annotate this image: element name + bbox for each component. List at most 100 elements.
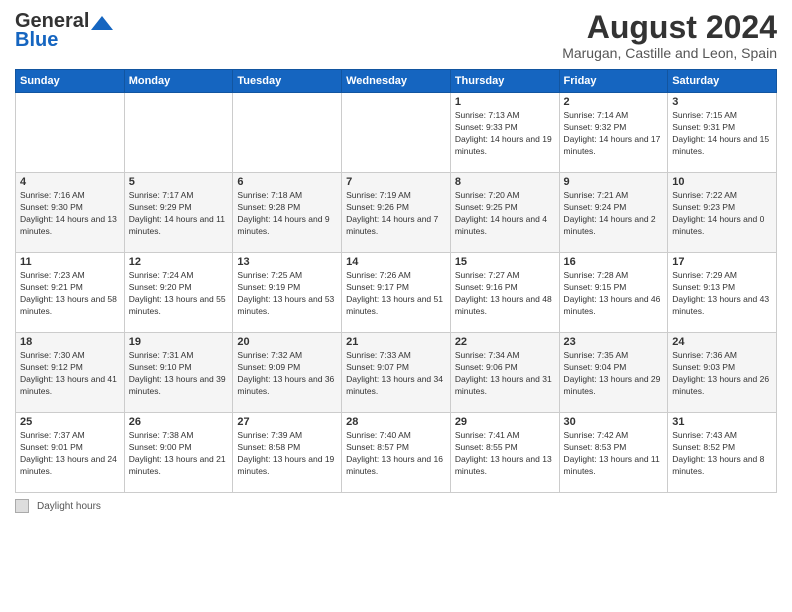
cell-date: 27	[237, 416, 337, 428]
logo-icon	[91, 16, 113, 30]
calendar-cell: 6 Sunrise: 7:18 AM Sunset: 9:28 PM Daylig…	[233, 173, 342, 253]
header-friday: Friday	[559, 70, 668, 93]
cell-info: Sunrise: 7:43 AM Sunset: 8:52 PM Dayligh…	[672, 430, 772, 478]
cell-date: 31	[672, 416, 772, 428]
calendar-cell: 1Sunrise: 7:13 AM Sunset: 9:33 PM Daylig…	[450, 93, 559, 173]
cell-info: Sunrise: 7:31 AM Sunset: 9:10 PM Dayligh…	[129, 350, 229, 398]
calendar-cell: 27 Sunrise: 7:39 AM Sunset: 8:58 PM Dayli…	[233, 413, 342, 493]
calendar-cell: 14 Sunrise: 7:26 AM Sunset: 9:17 PM Dayli…	[342, 253, 451, 333]
header-monday: Monday	[124, 70, 233, 93]
cell-info: Sunrise: 7:29 AM Sunset: 9:13 PM Dayligh…	[672, 270, 772, 318]
cell-date: 14	[346, 256, 446, 268]
cell-info: Sunrise: 7:18 AM Sunset: 9:28 PM Dayligh…	[237, 190, 337, 238]
calendar-cell: 10Sunrise: 7:22 AM Sunset: 9:23 PM Dayli…	[668, 173, 777, 253]
calendar-week-3: 11Sunrise: 7:23 AM Sunset: 9:21 PM Dayli…	[16, 253, 777, 333]
cell-date: 13	[237, 256, 337, 268]
calendar-week-1: 1Sunrise: 7:13 AM Sunset: 9:33 PM Daylig…	[16, 93, 777, 173]
cell-date: 17	[672, 256, 772, 268]
cell-date: 12	[129, 256, 229, 268]
cell-date: 16	[564, 256, 664, 268]
calendar-cell: 31 Sunrise: 7:43 AM Sunset: 8:52 PM Dayli…	[668, 413, 777, 493]
cell-date: 3	[672, 96, 772, 108]
cell-date: 28	[346, 416, 446, 428]
calendar-cell: 19 Sunrise: 7:31 AM Sunset: 9:10 PM Dayli…	[124, 333, 233, 413]
calendar-cell: 24 Sunrise: 7:36 AM Sunset: 9:03 PM Dayli…	[668, 333, 777, 413]
header-thursday: Thursday	[450, 70, 559, 93]
cell-date: 2	[564, 96, 664, 108]
cell-info: Sunrise: 7:42 AM Sunset: 8:53 PM Dayligh…	[564, 430, 664, 478]
calendar-week-2: 4 Sunrise: 7:16 AM Sunset: 9:30 PM Daylig…	[16, 173, 777, 253]
calendar-cell: 17 Sunrise: 7:29 AM Sunset: 9:13 PM Dayli…	[668, 253, 777, 333]
cell-date: 23	[564, 336, 664, 348]
calendar-cell: 8 Sunrise: 7:20 AM Sunset: 9:25 PM Daylig…	[450, 173, 559, 253]
cell-date: 20	[237, 336, 337, 348]
cell-info: Sunrise: 7:32 AM Sunset: 9:09 PM Dayligh…	[237, 350, 337, 398]
cell-info: Sunrise: 7:16 AM Sunset: 9:30 PM Dayligh…	[20, 190, 120, 238]
cell-date: 9	[564, 176, 664, 188]
cell-info: Sunrise: 7:40 AM Sunset: 8:57 PM Dayligh…	[346, 430, 446, 478]
cell-date: 19	[129, 336, 229, 348]
cell-date: 18	[20, 336, 120, 348]
cell-date: 30	[564, 416, 664, 428]
calendar-cell: 23 Sunrise: 7:35 AM Sunset: 9:04 PM Dayli…	[559, 333, 668, 413]
calendar-cell: 9 Sunrise: 7:21 AM Sunset: 9:24 PM Daylig…	[559, 173, 668, 253]
calendar-cell: 30 Sunrise: 7:42 AM Sunset: 8:53 PM Dayli…	[559, 413, 668, 493]
calendar-cell: 20 Sunrise: 7:32 AM Sunset: 9:09 PM Dayli…	[233, 333, 342, 413]
calendar-cell: 11Sunrise: 7:23 AM Sunset: 9:21 PM Dayli…	[16, 253, 125, 333]
calendar-table: Sunday Monday Tuesday Wednesday Thursday…	[15, 69, 777, 493]
cell-date: 11	[20, 256, 120, 268]
header-wednesday: Wednesday	[342, 70, 451, 93]
cell-info: Sunrise: 7:38 AM Sunset: 9:00 PM Dayligh…	[129, 430, 229, 478]
calendar-week-5: 25Sunrise: 7:37 AM Sunset: 9:01 PM Dayli…	[16, 413, 777, 493]
cell-date: 24	[672, 336, 772, 348]
subtitle: Marugan, Castille and Leon, Spain	[562, 45, 777, 61]
cell-info: Sunrise: 7:21 AM Sunset: 9:24 PM Dayligh…	[564, 190, 664, 238]
cell-info: Sunrise: 7:28 AM Sunset: 9:15 PM Dayligh…	[564, 270, 664, 318]
header-tuesday: Tuesday	[233, 70, 342, 93]
cell-info: Sunrise: 7:15 AM Sunset: 9:31 PM Dayligh…	[672, 110, 772, 158]
cell-info: Sunrise: 7:33 AM Sunset: 9:07 PM Dayligh…	[346, 350, 446, 398]
cell-info: Sunrise: 7:25 AM Sunset: 9:19 PM Dayligh…	[237, 270, 337, 318]
calendar-cell: 15Sunrise: 7:27 AM Sunset: 9:16 PM Dayli…	[450, 253, 559, 333]
cell-date: 6	[237, 176, 337, 188]
calendar-cell: 3 Sunrise: 7:15 AM Sunset: 9:31 PM Daylig…	[668, 93, 777, 173]
cell-info: Sunrise: 7:26 AM Sunset: 9:17 PM Dayligh…	[346, 270, 446, 318]
header-saturday: Saturday	[668, 70, 777, 93]
cell-date: 15	[455, 256, 555, 268]
cell-info: Sunrise: 7:34 AM Sunset: 9:06 PM Dayligh…	[455, 350, 555, 398]
calendar-cell: 7Sunrise: 7:19 AM Sunset: 9:26 PM Daylig…	[342, 173, 451, 253]
cell-info: Sunrise: 7:36 AM Sunset: 9:03 PM Dayligh…	[672, 350, 772, 398]
header-sunday: Sunday	[16, 70, 125, 93]
cell-date: 25	[20, 416, 120, 428]
cell-info: Sunrise: 7:41 AM Sunset: 8:55 PM Dayligh…	[455, 430, 555, 478]
cell-date: 4	[20, 176, 120, 188]
calendar-cell: 29Sunrise: 7:41 AM Sunset: 8:55 PM Dayli…	[450, 413, 559, 493]
cell-date: 7	[346, 176, 446, 188]
logo: General Blue	[15, 10, 113, 52]
cell-info: Sunrise: 7:35 AM Sunset: 9:04 PM Dayligh…	[564, 350, 664, 398]
calendar-cell: 21 Sunrise: 7:33 AM Sunset: 9:07 PM Dayli…	[342, 333, 451, 413]
cell-date: 8	[455, 176, 555, 188]
calendar-cell	[342, 93, 451, 173]
cell-info: Sunrise: 7:24 AM Sunset: 9:20 PM Dayligh…	[129, 270, 229, 318]
cell-date: 1	[455, 96, 555, 108]
calendar-cell: 26 Sunrise: 7:38 AM Sunset: 9:00 PM Dayli…	[124, 413, 233, 493]
calendar-header-row: Sunday Monday Tuesday Wednesday Thursday…	[16, 70, 777, 93]
header: General Blue August 2024 Marugan, Castil…	[15, 10, 777, 61]
calendar-week-4: 18 Sunrise: 7:30 AM Sunset: 9:12 PM Dayli…	[16, 333, 777, 413]
calendar-cell	[124, 93, 233, 173]
cell-info: Sunrise: 7:39 AM Sunset: 8:58 PM Dayligh…	[237, 430, 337, 478]
cell-info: Sunrise: 7:30 AM Sunset: 9:12 PM Dayligh…	[20, 350, 120, 398]
logo-blue-text: Blue	[15, 29, 58, 52]
calendar-cell	[16, 93, 125, 173]
main-title: August 2024	[562, 10, 777, 45]
cell-info: Sunrise: 7:14 AM Sunset: 9:32 PM Dayligh…	[564, 110, 664, 158]
calendar-cell: 16 Sunrise: 7:28 AM Sunset: 9:15 PM Dayli…	[559, 253, 668, 333]
calendar-cell: 13 Sunrise: 7:25 AM Sunset: 9:19 PM Dayli…	[233, 253, 342, 333]
calendar-cell: 5Sunrise: 7:17 AM Sunset: 9:29 PM Daylig…	[124, 173, 233, 253]
cell-date: 22	[455, 336, 555, 348]
cell-date: 26	[129, 416, 229, 428]
cell-info: Sunrise: 7:20 AM Sunset: 9:25 PM Dayligh…	[455, 190, 555, 238]
cell-date: 21	[346, 336, 446, 348]
page: General Blue August 2024 Marugan, Castil…	[0, 0, 792, 612]
